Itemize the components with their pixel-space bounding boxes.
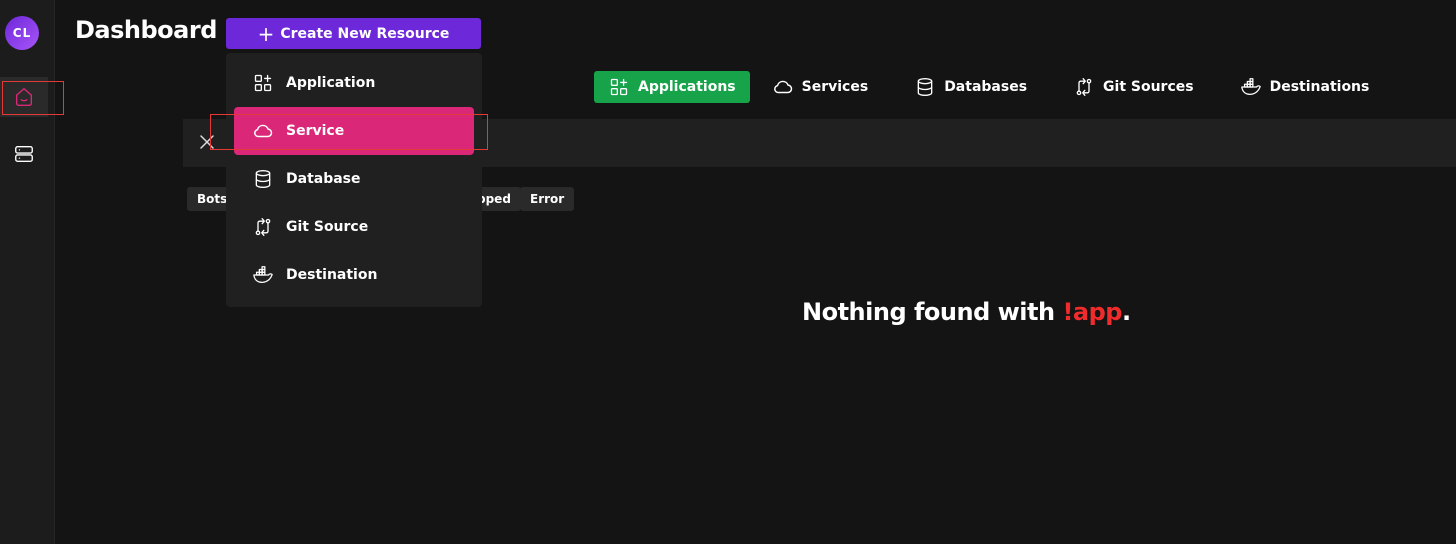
database-icon [252, 168, 274, 190]
menu-item-git-source[interactable]: Git Source [234, 203, 474, 251]
tab-services[interactable]: Services [760, 71, 881, 103]
resource-tabs: Applications Services Databases Git Sour… [594, 71, 1393, 103]
tab-git-sources[interactable]: Git Sources [1061, 71, 1206, 103]
tab-databases-label: Databases [944, 79, 1028, 95]
tab-applications[interactable]: Applications [594, 71, 750, 103]
grid-plus-icon [252, 72, 274, 94]
cloud-icon [252, 120, 274, 142]
menu-item-label: Destination [286, 267, 378, 283]
sidebar: CL [0, 0, 55, 544]
git-compare-icon [1073, 76, 1095, 98]
page-title: Dashboard [75, 16, 217, 44]
empty-state-query: !app [1062, 298, 1122, 326]
filter-chip-label: Bots [197, 192, 228, 206]
menu-item-application[interactable]: Application [234, 59, 474, 107]
tab-databases[interactable]: Databases [902, 71, 1039, 103]
create-resource-menu: Application Service Database Git Source [226, 53, 482, 307]
close-icon[interactable] [199, 134, 215, 150]
menu-item-label: Service [286, 123, 345, 139]
empty-state-message: Nothing found with !app. [0, 298, 1456, 326]
menu-item-label: Git Source [286, 219, 369, 235]
menu-item-service[interactable]: Service [234, 107, 474, 155]
menu-item-destination[interactable]: Destination [234, 251, 474, 299]
tab-destinations-label: Destinations [1269, 79, 1370, 95]
filter-chip-label: Error [530, 192, 565, 206]
database-icon [914, 76, 936, 98]
docker-icon [1240, 76, 1262, 98]
tab-applications-label: Applications [638, 79, 736, 95]
filter-chip-label: pped [477, 192, 511, 206]
tab-destinations[interactable]: Destinations [1228, 71, 1382, 103]
grid-plus-icon [608, 76, 630, 98]
sidebar-item-servers[interactable] [0, 134, 48, 174]
menu-item-label: Database [286, 171, 361, 187]
empty-state-suffix: . [1121, 298, 1131, 326]
filter-chip-error[interactable]: Error [520, 187, 575, 211]
avatar[interactable]: CL [5, 16, 39, 50]
docker-icon [252, 264, 274, 286]
cloud-icon [772, 76, 794, 98]
menu-item-database[interactable]: Database [234, 155, 474, 203]
plus-icon: + [257, 21, 275, 46]
create-new-resource-label: Create New Resource [280, 25, 450, 42]
sidebar-item-home[interactable] [0, 77, 48, 117]
tab-git-sources-label: Git Sources [1103, 79, 1194, 95]
create-new-resource-button[interactable]: + Create New Resource [226, 18, 481, 49]
avatar-initials: CL [12, 26, 32, 40]
empty-state-prefix: Nothing found with [802, 298, 1063, 326]
menu-item-label: Application [286, 75, 376, 91]
server-icon [13, 143, 35, 165]
home-icon [13, 86, 35, 108]
git-compare-icon [252, 216, 274, 238]
tab-services-label: Services [801, 79, 869, 95]
